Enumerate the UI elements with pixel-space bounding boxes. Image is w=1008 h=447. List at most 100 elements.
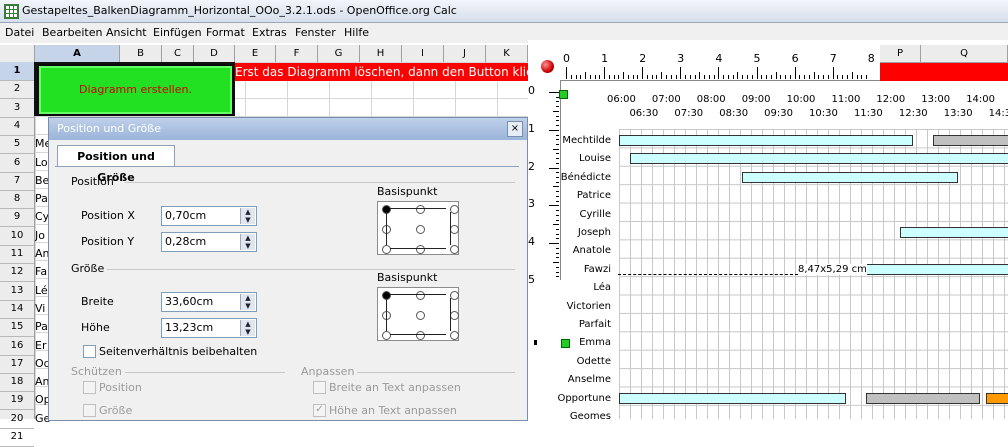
spin-arrows-icon[interactable]: ▲ ▼ [240,320,255,336]
menu-bearbeiten[interactable]: Bearbeiten [42,26,102,39]
position-y-field[interactable]: 0,28cm ▲ ▼ [161,232,257,252]
base-point-radio[interactable] [416,225,425,234]
ruler-tick [842,75,844,79]
base-point-radio[interactable] [382,245,391,254]
base-point-radio[interactable] [416,205,425,214]
row-header-17[interactable]: 17 [0,355,34,374]
row-header-6[interactable]: 6 [0,154,34,173]
row-header-20[interactable]: 20 [0,410,34,429]
keep-ratio-checkbox[interactable] [83,345,96,358]
ruler-tick [549,167,559,169]
row-header-14[interactable]: 14 [0,300,34,319]
row-header-2[interactable]: 2 [0,80,34,100]
menu-datei[interactable]: Datei [5,26,34,39]
ruler-tick [723,75,725,79]
base-point-radio[interactable] [450,245,459,254]
fit-height-checkbox[interactable]: ✓ [313,404,326,417]
column-header-c[interactable]: C [162,45,194,62]
base-point-selector-size[interactable] [377,287,459,341]
fit-width-checkbox[interactable] [313,381,326,394]
ruler-tick [694,75,696,79]
spin-arrows-icon[interactable]: ▲ ▼ [240,234,255,250]
base-point-radio[interactable] [416,291,425,300]
height-field[interactable]: 13,23cm ▲ ▼ [161,318,257,338]
base-point-radio[interactable] [382,331,391,340]
row-header-1[interactable]: 1 [0,62,34,81]
ruler-tick [675,75,677,79]
row-header-16[interactable]: 16 [0,337,34,356]
row-header-4[interactable]: 4 [0,117,34,136]
column-header-i[interactable]: I [402,45,444,62]
instruction-banner: Erst das Diagramm löschen, dann den Butt… [235,63,560,81]
menu-fenster[interactable]: Fenster [295,26,336,39]
menu-format[interactable]: Format [206,26,245,39]
time-tick-label: 13:30 [943,108,973,119]
base-point-selector[interactable] [377,201,459,255]
ruler-tick [556,257,559,259]
horizontal-ruler[interactable]: 0 1 2 3 4 5 6 7 8 [560,40,880,81]
width-field[interactable]: 33,60cm ▲ ▼ [161,292,257,312]
position-x-field[interactable]: 0,70cm ▲ ▼ [161,206,257,226]
menu-extras[interactable]: Extras [252,26,287,39]
column-header-j[interactable]: J [444,45,486,62]
base-point-radio[interactable] [416,331,425,340]
column-header-f[interactable]: F [276,45,318,62]
row-header-7[interactable]: 7 [0,172,34,191]
row-header-8[interactable]: 8 [0,190,34,210]
height-value: 13,23cm [165,321,214,334]
row-header-5[interactable]: 5 [0,135,34,155]
base-point-radio[interactable] [416,245,425,254]
dialog-titlebar[interactable]: Position und Größe × [49,118,527,140]
category-label: Anatole [572,245,611,257]
ruler-tick [670,75,672,79]
base-point-radio[interactable] [450,225,459,234]
ruler-origin-handle[interactable] [541,60,554,73]
menu-hilfe[interactable]: Hilfe [344,26,369,39]
row-header-12[interactable]: 12 [0,263,34,283]
select-all-corner[interactable] [0,45,35,62]
time-tick-label: 08:30 [719,108,749,119]
column-header-q[interactable]: Q [921,45,1008,62]
spin-arrows-icon[interactable]: ▲ ▼ [240,294,255,310]
row-header-9[interactable]: 9 [0,208,34,228]
row-header-19[interactable]: 19 [0,391,34,411]
tab-position-size[interactable]: Position und Größe [57,145,175,184]
ruler-tick [685,75,687,79]
column-header-p[interactable]: P [880,45,921,62]
row-header-18[interactable]: 18 [0,373,34,393]
row-header-10[interactable]: 10 [0,227,34,246]
protect-position-checkbox[interactable] [83,381,96,394]
row-header-21[interactable]: 21 [0,428,34,447]
base-point-radio[interactable] [450,205,459,214]
column-headers: A B C D E F G H I J K [0,45,560,63]
ruler-tick [761,75,763,79]
row-header-11[interactable]: 11 [0,245,34,264]
column-header-d[interactable]: D [194,45,235,62]
base-point-radio[interactable] [450,311,459,320]
menu-einfuegen[interactable]: Einfügen [153,26,202,39]
menu-ansicht[interactable]: Ansicht [106,26,147,39]
column-header-e[interactable]: E [235,45,276,62]
column-header-h[interactable]: H [360,45,402,62]
time-tick-label: 11:30 [853,108,883,119]
base-point-radio[interactable] [450,331,459,340]
row-header-3[interactable]: 3 [0,99,34,118]
column-header-k[interactable]: K [486,45,528,62]
protect-size-checkbox[interactable] [83,404,96,417]
row-header-13[interactable]: 13 [0,282,34,301]
time-tick-label: 14:00 [966,94,996,105]
spin-arrows-icon[interactable]: ▲ ▼ [240,208,255,224]
base-point-radio[interactable] [450,291,459,300]
column-header-a[interactable]: A [35,45,120,62]
create-chart-button[interactable]: Diagramm erstellen. [37,64,234,116]
time-tick-label: 10:00 [786,94,816,105]
selection-handle[interactable] [559,90,568,99]
ruler-tick [570,75,572,79]
row-header-15[interactable]: 15 [0,318,34,338]
column-header-g[interactable]: G [318,45,360,62]
ruler-tick [608,75,610,79]
base-point-radio[interactable] [416,311,425,320]
close-icon[interactable]: × [507,121,523,137]
time-tick-label: 13:00 [921,94,951,105]
column-header-b[interactable]: B [120,45,162,62]
